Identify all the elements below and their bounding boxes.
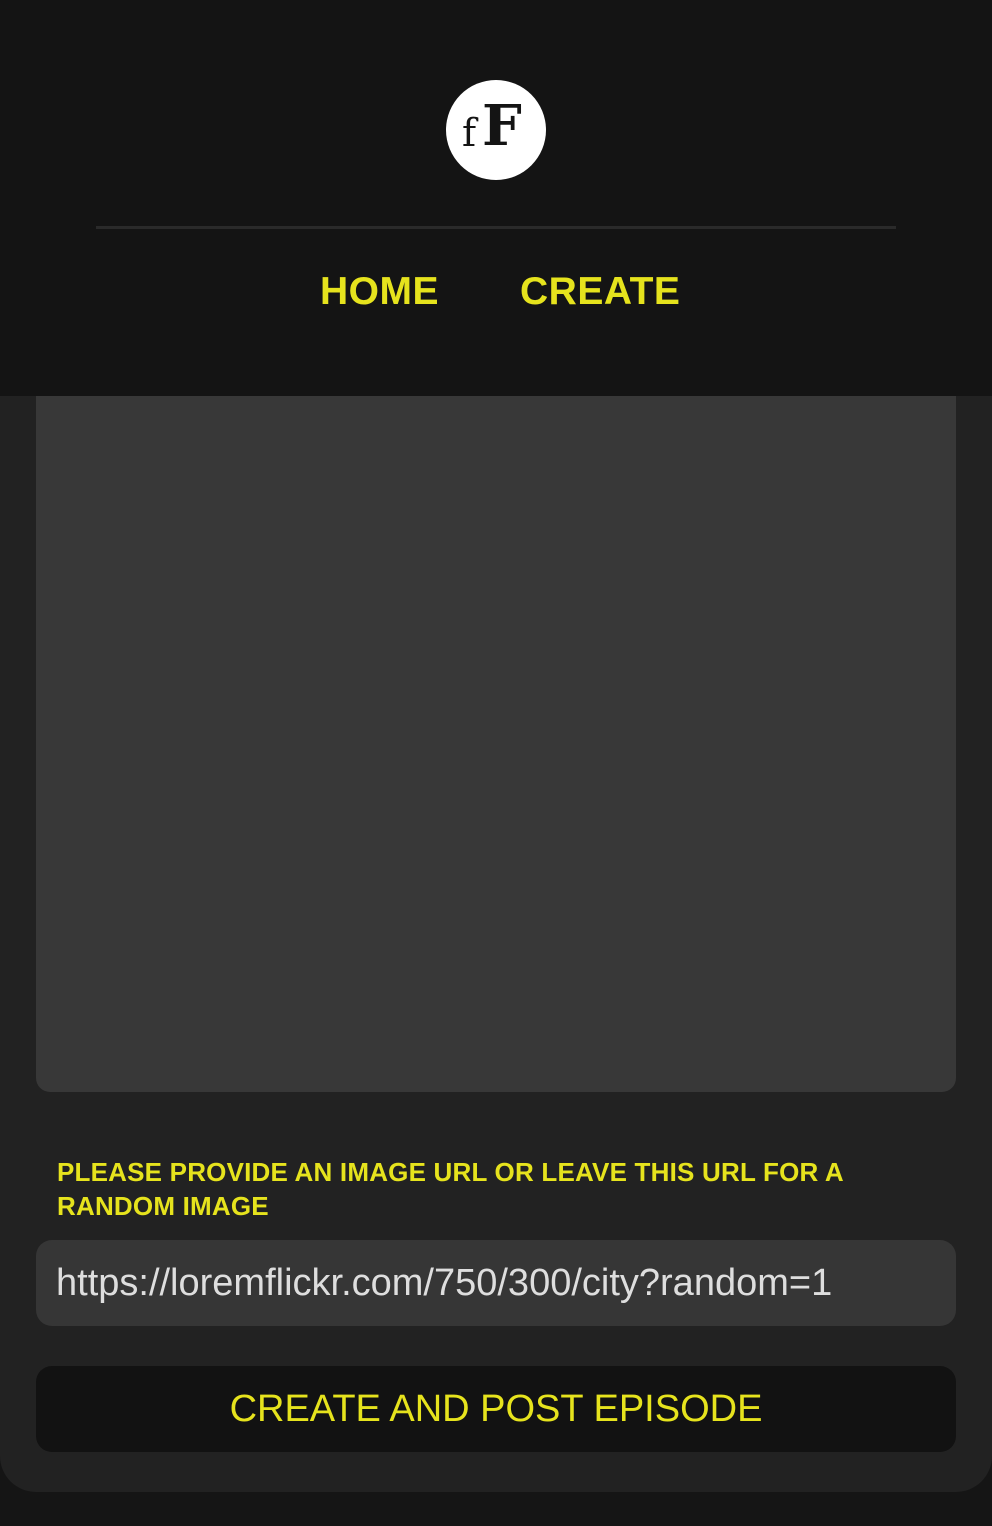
header-divider [96, 226, 896, 229]
image-url-input[interactable] [36, 1240, 956, 1326]
logo-small-letter: f [462, 111, 477, 155]
nav-home-link[interactable]: HOME [320, 272, 439, 311]
create-episode-card: PLEASE PROVIDE AN IMAGE URL OR LEAVE THI… [0, 300, 992, 1492]
nav-create-link[interactable]: CREATE [520, 272, 680, 311]
site-header: f F HOME CREATE [0, 0, 992, 396]
logo-big-letter: F [482, 93, 522, 159]
logo[interactable]: f F [446, 80, 546, 180]
image-preview [36, 300, 956, 1092]
image-url-label: PLEASE PROVIDE AN IMAGE URL OR LEAVE THI… [57, 1157, 843, 1221]
create-and-post-button[interactable]: CREATE AND POST EPISODE [36, 1366, 956, 1452]
